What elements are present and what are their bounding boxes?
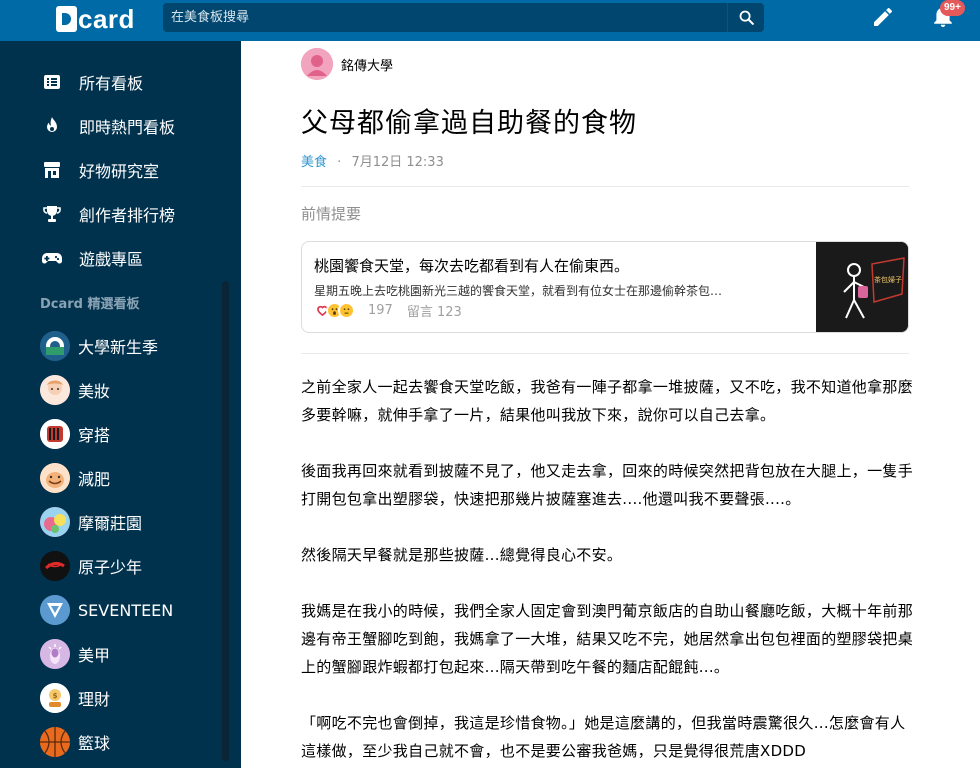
- author-avatar-icon: [301, 48, 333, 80]
- post-paragraph: 我媽是在我小的時候，我們全家人固定會到澳門葡京飯店的自助山餐廳吃飯，大概十年前那…: [301, 602, 914, 676]
- sidebar-item-basketball[interactable]: 籃球: [40, 724, 220, 760]
- author-name: 銘傳大學: [341, 58, 394, 74]
- sidebar-item-label: 籃球: [78, 734, 111, 753]
- board-avatar: [40, 595, 70, 625]
- board-avatar: $: [40, 683, 70, 713]
- sidebar-item-atom-boys[interactable]: 原子少年: [40, 548, 220, 584]
- sidebar-item-creator-ranking[interactable]: 創作者排行榜: [40, 196, 220, 232]
- gamepad-icon: [40, 246, 64, 270]
- sidebar-item-label: 摩爾莊園: [78, 514, 143, 533]
- post-author[interactable]: 銘傳大學: [301, 48, 393, 80]
- sidebar-item-label: 即時熱門看板: [79, 118, 176, 137]
- sidebar-item-games[interactable]: 遊戲專區: [40, 240, 220, 276]
- post-title: 父母都偷拿過自助餐的食物: [301, 108, 637, 139]
- sidebar-item-label: 減肥: [78, 470, 111, 489]
- board-avatar: [40, 551, 70, 581]
- sidebar-item-label: 美甲: [78, 646, 111, 665]
- linked-post-thumbnail: 茶包婦子: [816, 242, 908, 332]
- search-bar: [163, 3, 764, 32]
- sidebar-item-label: SEVENTEEN: [78, 600, 174, 620]
- divider: [301, 353, 909, 354]
- post-paragraph: 後面我再回來就看到披薩不見了，他又走去拿，回來的時候突然把背包放在大腿上，一隻手…: [301, 462, 914, 508]
- logo-text: card: [78, 4, 135, 34]
- sidebar-item-goods-lab[interactable]: 好物研究室: [40, 152, 220, 188]
- post-paragraph: 然後隔天早餐就是那些披薩...總覺得良心不安。: [301, 546, 623, 564]
- pen-icon: [874, 7, 892, 27]
- sidebar-item-label: 原子少年: [78, 558, 143, 577]
- post-time: 7月12日 12:33: [351, 155, 444, 170]
- board-avatar: [40, 375, 70, 405]
- sidebar-item-outfit[interactable]: 穿搭: [40, 416, 220, 452]
- board-avatar: [40, 507, 70, 537]
- reaction-count: 197: [368, 303, 393, 318]
- board-avatar: [40, 331, 70, 361]
- sidebar-item-nails[interactable]: 美甲: [40, 636, 220, 672]
- post-panel: 銘傳大學 父母都偷拿過自助餐的食物 美食 · 7月12日 12:33 前情提要 …: [241, 41, 980, 768]
- trophy-icon: [40, 202, 64, 226]
- dcard-logo[interactable]: card: [56, 6, 135, 32]
- top-bar: card 99+: [0, 0, 980, 41]
- divider: [301, 186, 909, 187]
- sidebar-item-finance[interactable]: $ 理財: [40, 680, 220, 716]
- board-link[interactable]: 美食: [301, 155, 327, 170]
- sidebar-item-all-boards[interactable]: 所有看板: [40, 64, 220, 100]
- sidebar-item-seventeen[interactable]: SEVENTEEN: [40, 592, 220, 628]
- sidebar-item-makeup[interactable]: 美妝: [40, 372, 220, 408]
- post-paragraph: 之前全家人一起去饗食天堂吃飯，我爸有一陣子都拿一堆披薩，又不吃，我不知道他拿那麼…: [301, 378, 914, 424]
- post-paragraph: 「啊吃不完也會倒掉，我這是珍惜食物。」她是這麼講的，但我當時震驚很久...怎麼會…: [301, 714, 906, 760]
- previous-post-label: 前情提要: [301, 205, 362, 223]
- sidebar-item-freshman[interactable]: 大學新生季: [40, 328, 220, 364]
- thinking-emoji-icon: [338, 302, 355, 319]
- sidebar-item-mole-manor[interactable]: 摩爾莊園: [40, 504, 220, 540]
- search-input[interactable]: [163, 3, 727, 32]
- featured-boards-heading: Dcard 精選看板: [40, 297, 140, 312]
- board-avatar: [40, 639, 70, 669]
- post-meta: 美食 · 7月12日 12:33: [301, 151, 444, 170]
- linked-post-card[interactable]: 桃園饗食天堂，每次去吃都看到有人在偷東西。 星期五晚上去吃桃園新光三越的饗食天堂…: [301, 241, 909, 333]
- sidebar-item-label: 大學新生季: [78, 338, 159, 357]
- logo-mark-icon: [56, 6, 77, 32]
- board-avatar: [40, 463, 70, 493]
- sidebar-item-label: 遊戲專區: [79, 250, 144, 269]
- meta-separator: ·: [337, 155, 342, 170]
- sidebar-item-label: 穿搭: [78, 426, 111, 445]
- svg-text:$: $: [53, 692, 58, 700]
- comment-count: 留言 123: [406, 305, 462, 320]
- search-button[interactable]: [727, 3, 764, 32]
- linked-post-stats: 197 留言 123: [314, 301, 462, 320]
- search-icon: [739, 10, 754, 25]
- sidebar-item-label: 好物研究室: [79, 162, 160, 181]
- store-icon: [40, 158, 64, 182]
- fire-icon: [40, 114, 64, 138]
- sidebar-item-label: 理財: [78, 690, 111, 709]
- sidebar-item-label: 美妝: [78, 382, 111, 401]
- board-avatar: [40, 419, 70, 449]
- sidebar-scrollbar[interactable]: [222, 281, 229, 761]
- post-body: 之前全家人一起去饗食天堂吃飯，我爸有一陣子都拿一堆披薩，又不吃，我不知道他拿那麼…: [301, 373, 913, 768]
- linked-post-title: 桃園饗食天堂，每次去吃都看到有人在偷東西。: [314, 257, 630, 275]
- sidebar: 所有看板 即時熱門看板 好物研究室 創作者排行榜 遊戲專區 Dcard 精選看板…: [0, 41, 241, 768]
- sidebar-item-diet[interactable]: 減肥: [40, 460, 220, 496]
- notification-badge: 99+: [940, 0, 965, 16]
- thumb-caption: 茶包婦子: [874, 275, 902, 284]
- linked-post-excerpt: 星期五晚上去吃桃園新光三越的饗食天堂，就看到有位女士在那邊偷幹茶包…: [314, 284, 723, 298]
- reactions: [314, 302, 355, 319]
- write-post-button[interactable]: [871, 5, 895, 29]
- sidebar-item-label: 所有看板: [79, 74, 144, 93]
- board-avatar: [40, 727, 70, 757]
- sidebar-item-hot-boards[interactable]: 即時熱門看板: [40, 108, 220, 144]
- list-icon: [40, 70, 64, 94]
- sidebar-item-label: 創作者排行榜: [79, 206, 176, 225]
